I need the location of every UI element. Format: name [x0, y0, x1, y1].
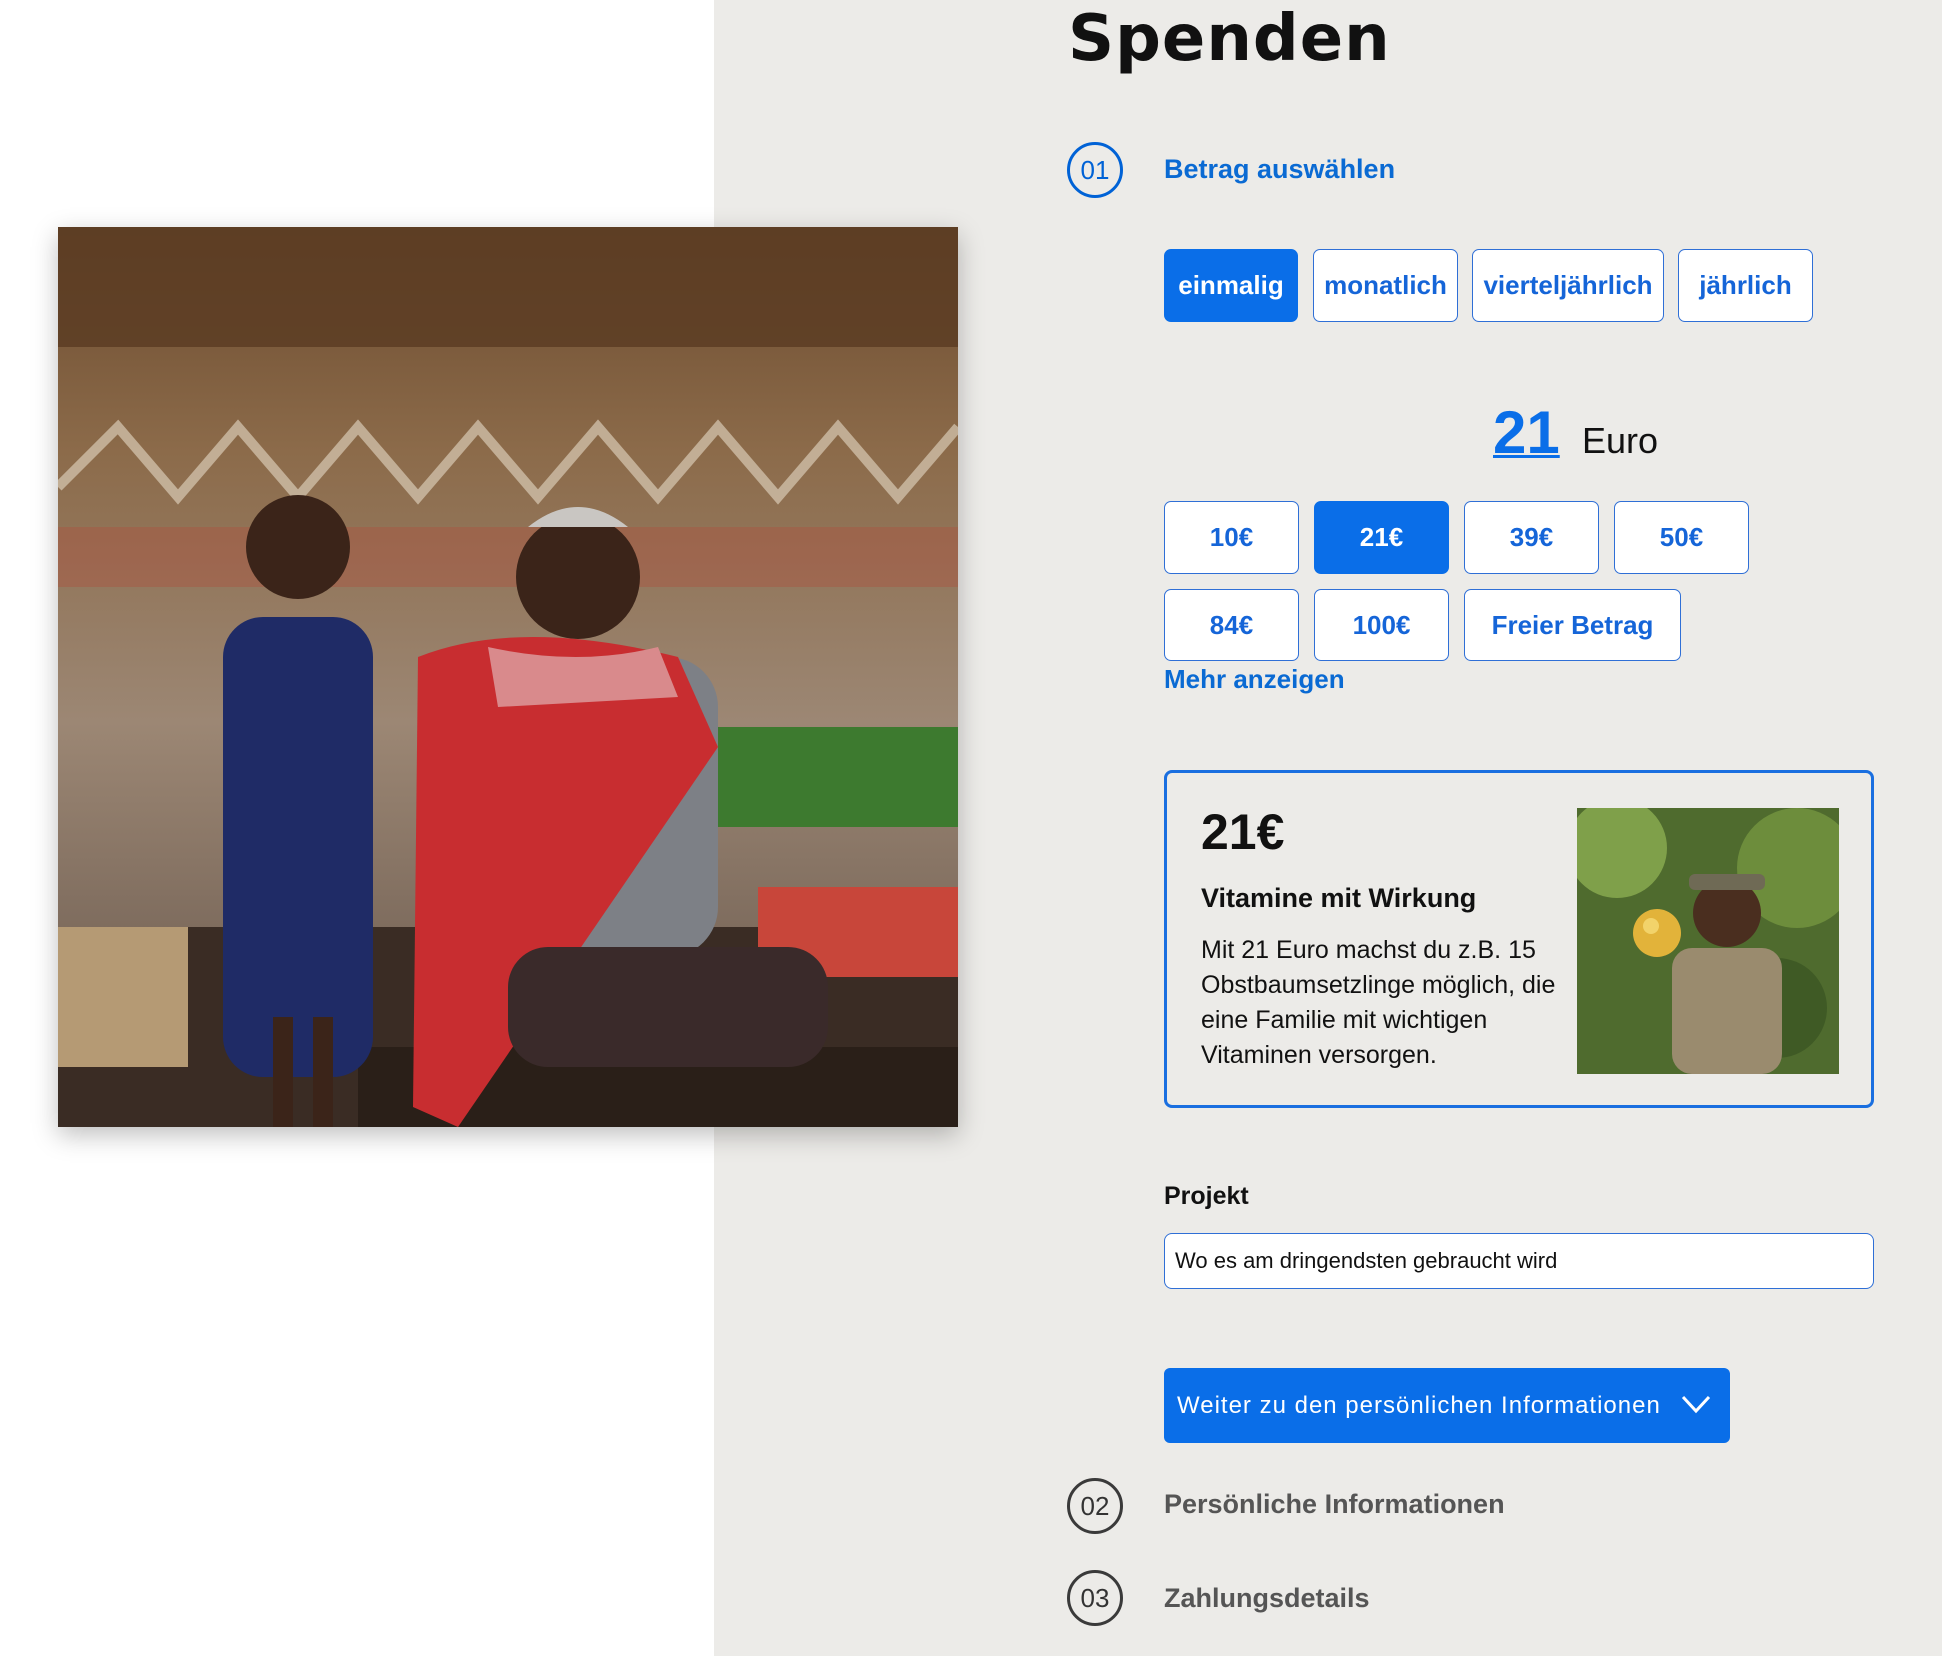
step-2-number: 02: [1067, 1478, 1123, 1534]
hero-photo: [58, 227, 958, 1127]
project-label: Projekt: [1164, 1182, 1249, 1210]
impact-photo: [1577, 808, 1839, 1074]
impact-description: Mit 21 Euro machst du z.B. 15 Obstbaumse…: [1201, 936, 1556, 1069]
frequency-einmalig-button[interactable]: einmalig: [1164, 249, 1298, 322]
frequency-monatlich-button[interactable]: monatlich: [1313, 249, 1458, 322]
continue-button[interactable]: Weiter zu den persönlichen Informationen: [1164, 1368, 1730, 1443]
step-1-label[interactable]: Betrag auswählen: [1164, 154, 1395, 185]
step-1-number: 01: [1067, 142, 1123, 198]
amount-value[interactable]: 21: [1493, 398, 1560, 467]
amount-21-button[interactable]: 21€: [1314, 501, 1449, 574]
project-select[interactable]: Wo es am dringendsten gebraucht wird: [1164, 1233, 1874, 1289]
impact-amount: 21€: [1201, 804, 1285, 860]
amount-39-button[interactable]: 39€: [1464, 501, 1599, 574]
step-2-label[interactable]: Persönliche Informationen: [1164, 1489, 1505, 1520]
impact-title: Vitamine mit Wirkung: [1201, 883, 1477, 913]
page-title: Spenden: [1068, 2, 1391, 76]
amount-custom-button[interactable]: Freier Betrag: [1464, 589, 1681, 661]
show-more-link[interactable]: Mehr anzeigen: [1164, 664, 1345, 695]
amount-100-button[interactable]: 100€: [1314, 589, 1449, 661]
continue-button-label: Weiter zu den persönlichen Informationen: [1177, 1391, 1661, 1419]
amount-50-button[interactable]: 50€: [1614, 501, 1749, 574]
step-3-number: 03: [1067, 1570, 1123, 1626]
impact-card: 21€ Vitamine mit Wirkung Mit 21 Euro mac…: [1164, 770, 1874, 1108]
step-3-label[interactable]: Zahlungsdetails: [1164, 1583, 1370, 1614]
frequency-jaehrlich-button[interactable]: jährlich: [1678, 249, 1813, 322]
amount-84-button[interactable]: 84€: [1164, 589, 1299, 661]
chevron-down-icon: [1680, 1392, 1712, 1423]
frequency-vierteljaehrlich-button[interactable]: vierteljährlich: [1472, 249, 1664, 322]
amount-unit: Euro: [1582, 420, 1659, 461]
amount-10-button[interactable]: 10€: [1164, 501, 1299, 574]
